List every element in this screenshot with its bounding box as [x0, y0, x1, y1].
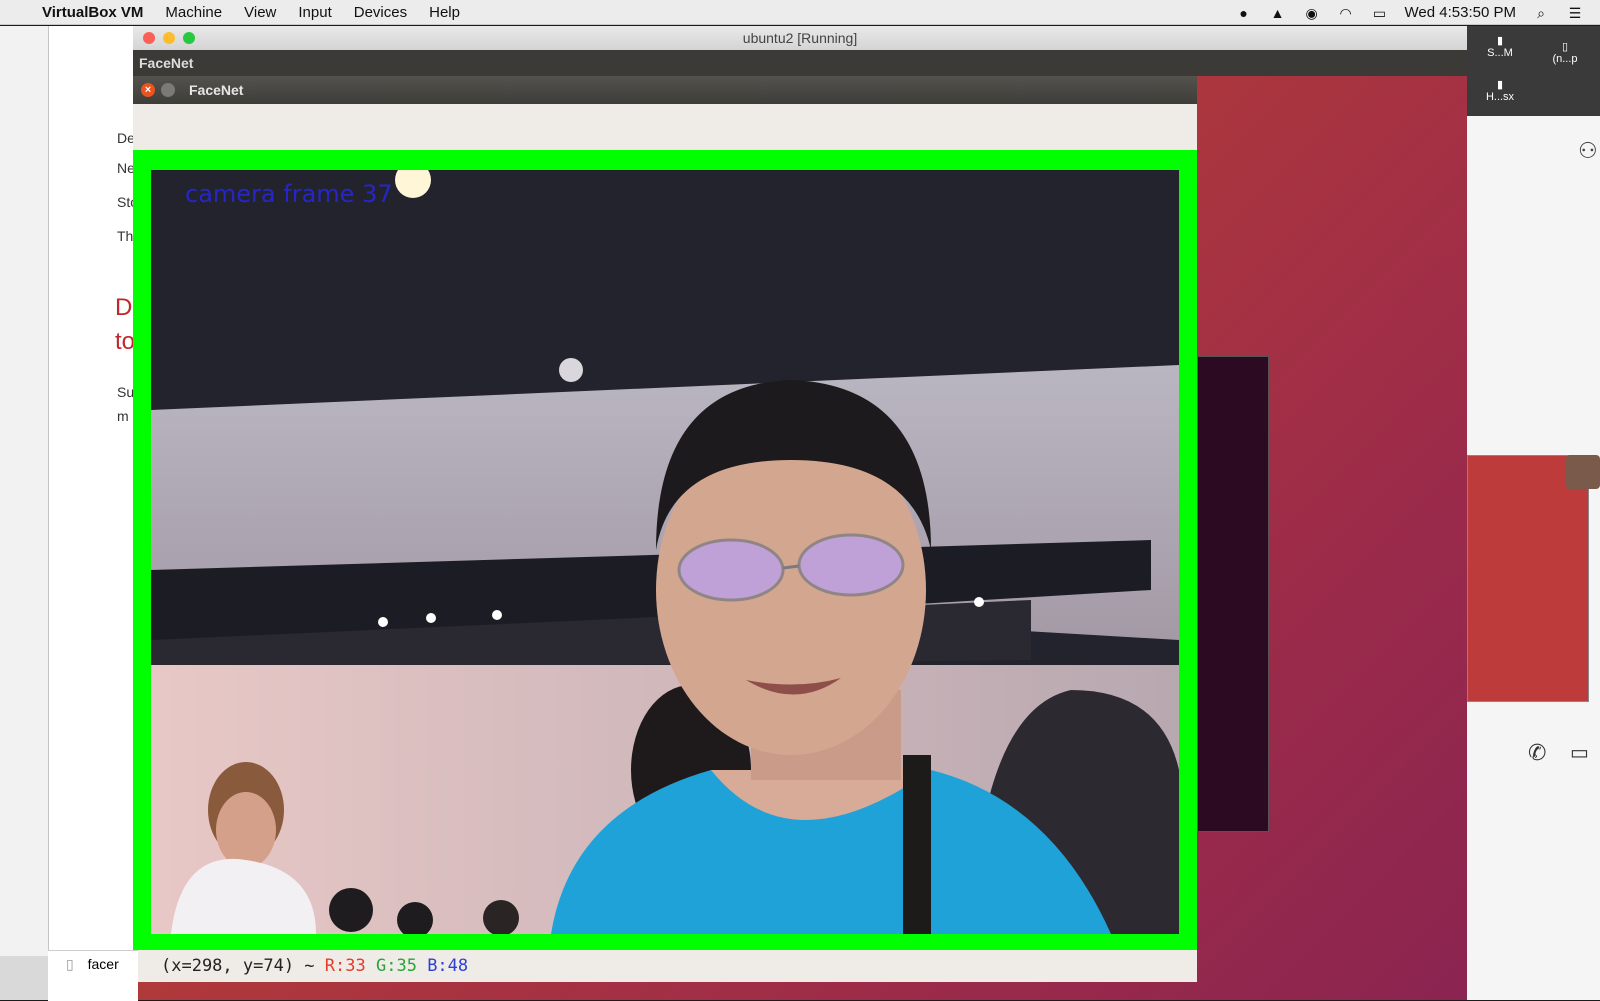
- facenet-toolbar: [133, 104, 1197, 150]
- pixel-red-value: R:33: [324, 956, 366, 976]
- menu-machine[interactable]: Machine: [165, 4, 222, 21]
- terminal-window[interactable]: [1197, 356, 1269, 832]
- avatar: [1566, 455, 1600, 489]
- menu-input[interactable]: Input: [298, 4, 331, 21]
- file-icon[interactable]: ▮ H...sx: [1475, 78, 1525, 103]
- file-label-3: H...sx: [1485, 91, 1515, 103]
- notification-center-icon[interactable]: ☰: [1566, 6, 1584, 20]
- menubar-clock[interactable]: Wed 4:53:50 PM: [1405, 4, 1516, 21]
- docker-icon[interactable]: ▲: [1269, 6, 1287, 20]
- file-icon[interactable]: ▯ (n...p: [1535, 40, 1595, 65]
- panel-app-title: FaceNet: [139, 55, 194, 71]
- file-label-2: (n...p: [1552, 53, 1578, 65]
- wifi-icon[interactable]: ◠: [1337, 6, 1355, 20]
- close-icon[interactable]: ×: [141, 83, 155, 97]
- wechat-icon[interactable]: ●: [1235, 6, 1253, 20]
- browser-line-4: Th: [117, 228, 134, 244]
- vm-titlebar[interactable]: ubuntu2 [Running]: [133, 26, 1467, 51]
- vm-title: ubuntu2 [Running]: [742, 30, 858, 46]
- video-camera-icon[interactable]: ▭: [1570, 740, 1589, 765]
- file-label-1: S...M: [1487, 47, 1513, 59]
- menubar: VirtualBox VM Machine View Input Devices…: [0, 0, 1600, 25]
- pixel-coords: (x=298, y=74) ~: [161, 956, 315, 976]
- file-icon[interactable]: ▮ S...M: [1475, 34, 1525, 59]
- download-bar[interactable]: ▯ facer: [48, 950, 138, 1001]
- menu-help[interactable]: Help: [429, 4, 460, 21]
- minimize-icon[interactable]: [163, 32, 175, 44]
- search-icon[interactable]: ⌕: [1532, 6, 1550, 20]
- phone-icon[interactable]: ✆: [1528, 740, 1546, 766]
- browser-red-heading-1: D: [115, 294, 133, 321]
- camera-image[interactable]: camera frame 37: [151, 170, 1179, 934]
- ubuntu-top-panel: FaceNet: [133, 50, 1467, 76]
- battery-icon[interactable]: ▭: [1371, 6, 1389, 20]
- menu-view[interactable]: View: [244, 4, 276, 21]
- video-thumbnail: [1467, 455, 1589, 702]
- download-filename: facer: [87, 956, 119, 972]
- minimize-icon[interactable]: [161, 83, 175, 97]
- menubar-app-name[interactable]: VirtualBox VM: [42, 4, 143, 21]
- pixel-green-value: G:35: [375, 956, 417, 976]
- facenet-titlebar[interactable]: × FaceNet: [133, 76, 1197, 104]
- pixel-blue-value: B:48: [427, 956, 469, 976]
- skype-icon[interactable]: ◉: [1303, 6, 1321, 20]
- frame-counter-overlay: camera frame 37: [185, 180, 393, 208]
- right-desktop-files: ▮ S...M ▯ (n...p ▮ H...sx: [1467, 26, 1600, 116]
- facenet-statusbar: (x=298, y=74) ~ R:33 G:35 B:48: [133, 950, 1197, 982]
- browser-body-2: m: [117, 408, 129, 424]
- close-icon[interactable]: [143, 32, 155, 44]
- menu-devices[interactable]: Devices: [354, 4, 407, 21]
- user-icon[interactable]: ⚇: [1578, 138, 1598, 164]
- zoom-icon[interactable]: [183, 32, 195, 44]
- file-icon: ▯: [66, 956, 74, 972]
- browser-body-1: Su: [117, 384, 135, 400]
- facenet-title: FaceNet: [189, 82, 244, 98]
- browser-red-heading-2: to: [115, 328, 136, 355]
